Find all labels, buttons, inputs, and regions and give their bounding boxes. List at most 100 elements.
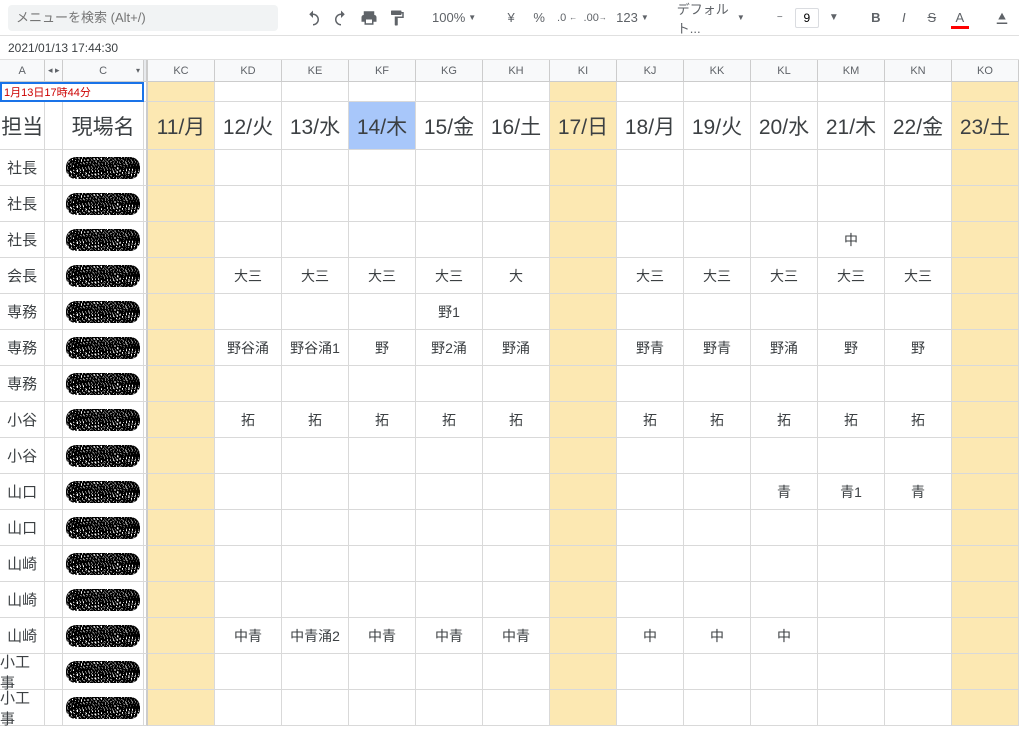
data-cell[interactable] bbox=[148, 402, 215, 438]
data-cell[interactable] bbox=[483, 546, 550, 582]
data-cell[interactable] bbox=[751, 186, 818, 222]
data-cell[interactable] bbox=[215, 510, 282, 546]
data-cell[interactable] bbox=[818, 186, 885, 222]
genba-cell[interactable] bbox=[63, 690, 144, 726]
redo-button[interactable] bbox=[328, 5, 354, 31]
tantou-cell[interactable]: 社長 bbox=[0, 186, 45, 222]
cell[interactable] bbox=[45, 150, 63, 186]
data-cell[interactable] bbox=[215, 222, 282, 258]
data-cell[interactable] bbox=[617, 294, 684, 330]
col-header[interactable]: KN bbox=[885, 60, 952, 81]
data-cell[interactable] bbox=[483, 438, 550, 474]
data-cell[interactable]: 中 bbox=[818, 222, 885, 258]
header-date[interactable]: 20/水 bbox=[751, 102, 818, 150]
data-cell[interactable]: 青 bbox=[751, 474, 818, 510]
more-formats-dropdown[interactable]: 123▼ bbox=[610, 5, 655, 31]
data-cell[interactable] bbox=[751, 654, 818, 690]
format-currency-button[interactable]: ¥ bbox=[498, 5, 524, 31]
data-cell[interactable] bbox=[751, 366, 818, 402]
data-cell[interactable]: 野谷涌1 bbox=[282, 330, 349, 366]
data-cell[interactable] bbox=[818, 618, 885, 654]
cell[interactable] bbox=[45, 546, 63, 582]
data-cell[interactable] bbox=[215, 582, 282, 618]
data-cell[interactable]: 中 bbox=[684, 618, 751, 654]
data-cell[interactable] bbox=[416, 474, 483, 510]
data-cell[interactable] bbox=[483, 510, 550, 546]
data-cell[interactable] bbox=[282, 654, 349, 690]
data-cell[interactable]: 大三 bbox=[751, 258, 818, 294]
data-cell[interactable] bbox=[550, 690, 617, 726]
menu-search-input[interactable] bbox=[8, 5, 278, 31]
fill-color-button[interactable] bbox=[989, 5, 1015, 31]
data-cell[interactable]: 野涌 bbox=[751, 330, 818, 366]
data-cell[interactable] bbox=[148, 582, 215, 618]
name-box[interactable]: 2021/01/13 17:44:30 bbox=[8, 41, 118, 55]
data-cell[interactable]: 野青 bbox=[684, 330, 751, 366]
data-cell[interactable] bbox=[483, 690, 550, 726]
data-cell[interactable] bbox=[617, 438, 684, 474]
cell[interactable] bbox=[45, 222, 63, 258]
data-cell[interactable] bbox=[684, 546, 751, 582]
data-cell[interactable] bbox=[751, 546, 818, 582]
data-cell[interactable] bbox=[148, 654, 215, 690]
data-cell[interactable] bbox=[483, 222, 550, 258]
data-cell[interactable] bbox=[818, 438, 885, 474]
data-cell[interactable] bbox=[349, 654, 416, 690]
data-cell[interactable] bbox=[215, 438, 282, 474]
genba-cell[interactable] bbox=[63, 510, 144, 546]
genba-cell[interactable] bbox=[63, 222, 144, 258]
cell[interactable] bbox=[483, 82, 550, 102]
data-cell[interactable]: 野 bbox=[818, 330, 885, 366]
data-cell[interactable] bbox=[885, 546, 952, 582]
data-cell[interactable] bbox=[818, 366, 885, 402]
data-cell[interactable] bbox=[349, 582, 416, 618]
data-cell[interactable] bbox=[282, 150, 349, 186]
data-cell[interactable] bbox=[282, 546, 349, 582]
data-cell[interactable] bbox=[148, 510, 215, 546]
cell[interactable] bbox=[282, 82, 349, 102]
data-cell[interactable]: 大三 bbox=[617, 258, 684, 294]
data-cell[interactable] bbox=[148, 474, 215, 510]
data-cell[interactable] bbox=[349, 150, 416, 186]
cell[interactable] bbox=[215, 82, 282, 102]
data-cell[interactable] bbox=[550, 186, 617, 222]
data-cell[interactable] bbox=[684, 186, 751, 222]
cell[interactable] bbox=[45, 330, 63, 366]
data-cell[interactable]: 青 bbox=[885, 474, 952, 510]
data-cell[interactable] bbox=[952, 438, 1019, 474]
header-genba[interactable]: 現場名 bbox=[63, 102, 144, 150]
cell[interactable] bbox=[45, 618, 63, 654]
data-cell[interactable] bbox=[349, 366, 416, 402]
data-cell[interactable]: 青1 bbox=[818, 474, 885, 510]
data-cell[interactable] bbox=[215, 654, 282, 690]
data-cell[interactable] bbox=[550, 618, 617, 654]
data-cell[interactable] bbox=[885, 150, 952, 186]
data-cell[interactable] bbox=[550, 546, 617, 582]
data-cell[interactable] bbox=[617, 582, 684, 618]
cell[interactable] bbox=[45, 438, 63, 474]
genba-cell[interactable] bbox=[63, 402, 144, 438]
cell[interactable] bbox=[45, 366, 63, 402]
cell[interactable] bbox=[751, 82, 818, 102]
data-cell[interactable] bbox=[751, 690, 818, 726]
cell[interactable] bbox=[45, 654, 63, 690]
data-cell[interactable] bbox=[416, 186, 483, 222]
data-cell[interactable] bbox=[550, 258, 617, 294]
cell[interactable] bbox=[349, 82, 416, 102]
genba-cell[interactable] bbox=[63, 294, 144, 330]
data-cell[interactable] bbox=[349, 546, 416, 582]
cell[interactable] bbox=[45, 102, 63, 150]
data-cell[interactable] bbox=[148, 258, 215, 294]
data-cell[interactable] bbox=[885, 222, 952, 258]
data-cell[interactable] bbox=[952, 402, 1019, 438]
data-cell[interactable] bbox=[818, 654, 885, 690]
data-cell[interactable] bbox=[952, 366, 1019, 402]
data-cell[interactable] bbox=[282, 474, 349, 510]
data-cell[interactable]: 中青 bbox=[483, 618, 550, 654]
data-cell[interactable]: 野1 bbox=[416, 294, 483, 330]
data-cell[interactable] bbox=[617, 510, 684, 546]
font-family-dropdown[interactable]: デフォルト...▼ bbox=[671, 5, 751, 31]
data-cell[interactable] bbox=[952, 222, 1019, 258]
genba-cell[interactable] bbox=[63, 654, 144, 690]
data-cell[interactable] bbox=[349, 438, 416, 474]
